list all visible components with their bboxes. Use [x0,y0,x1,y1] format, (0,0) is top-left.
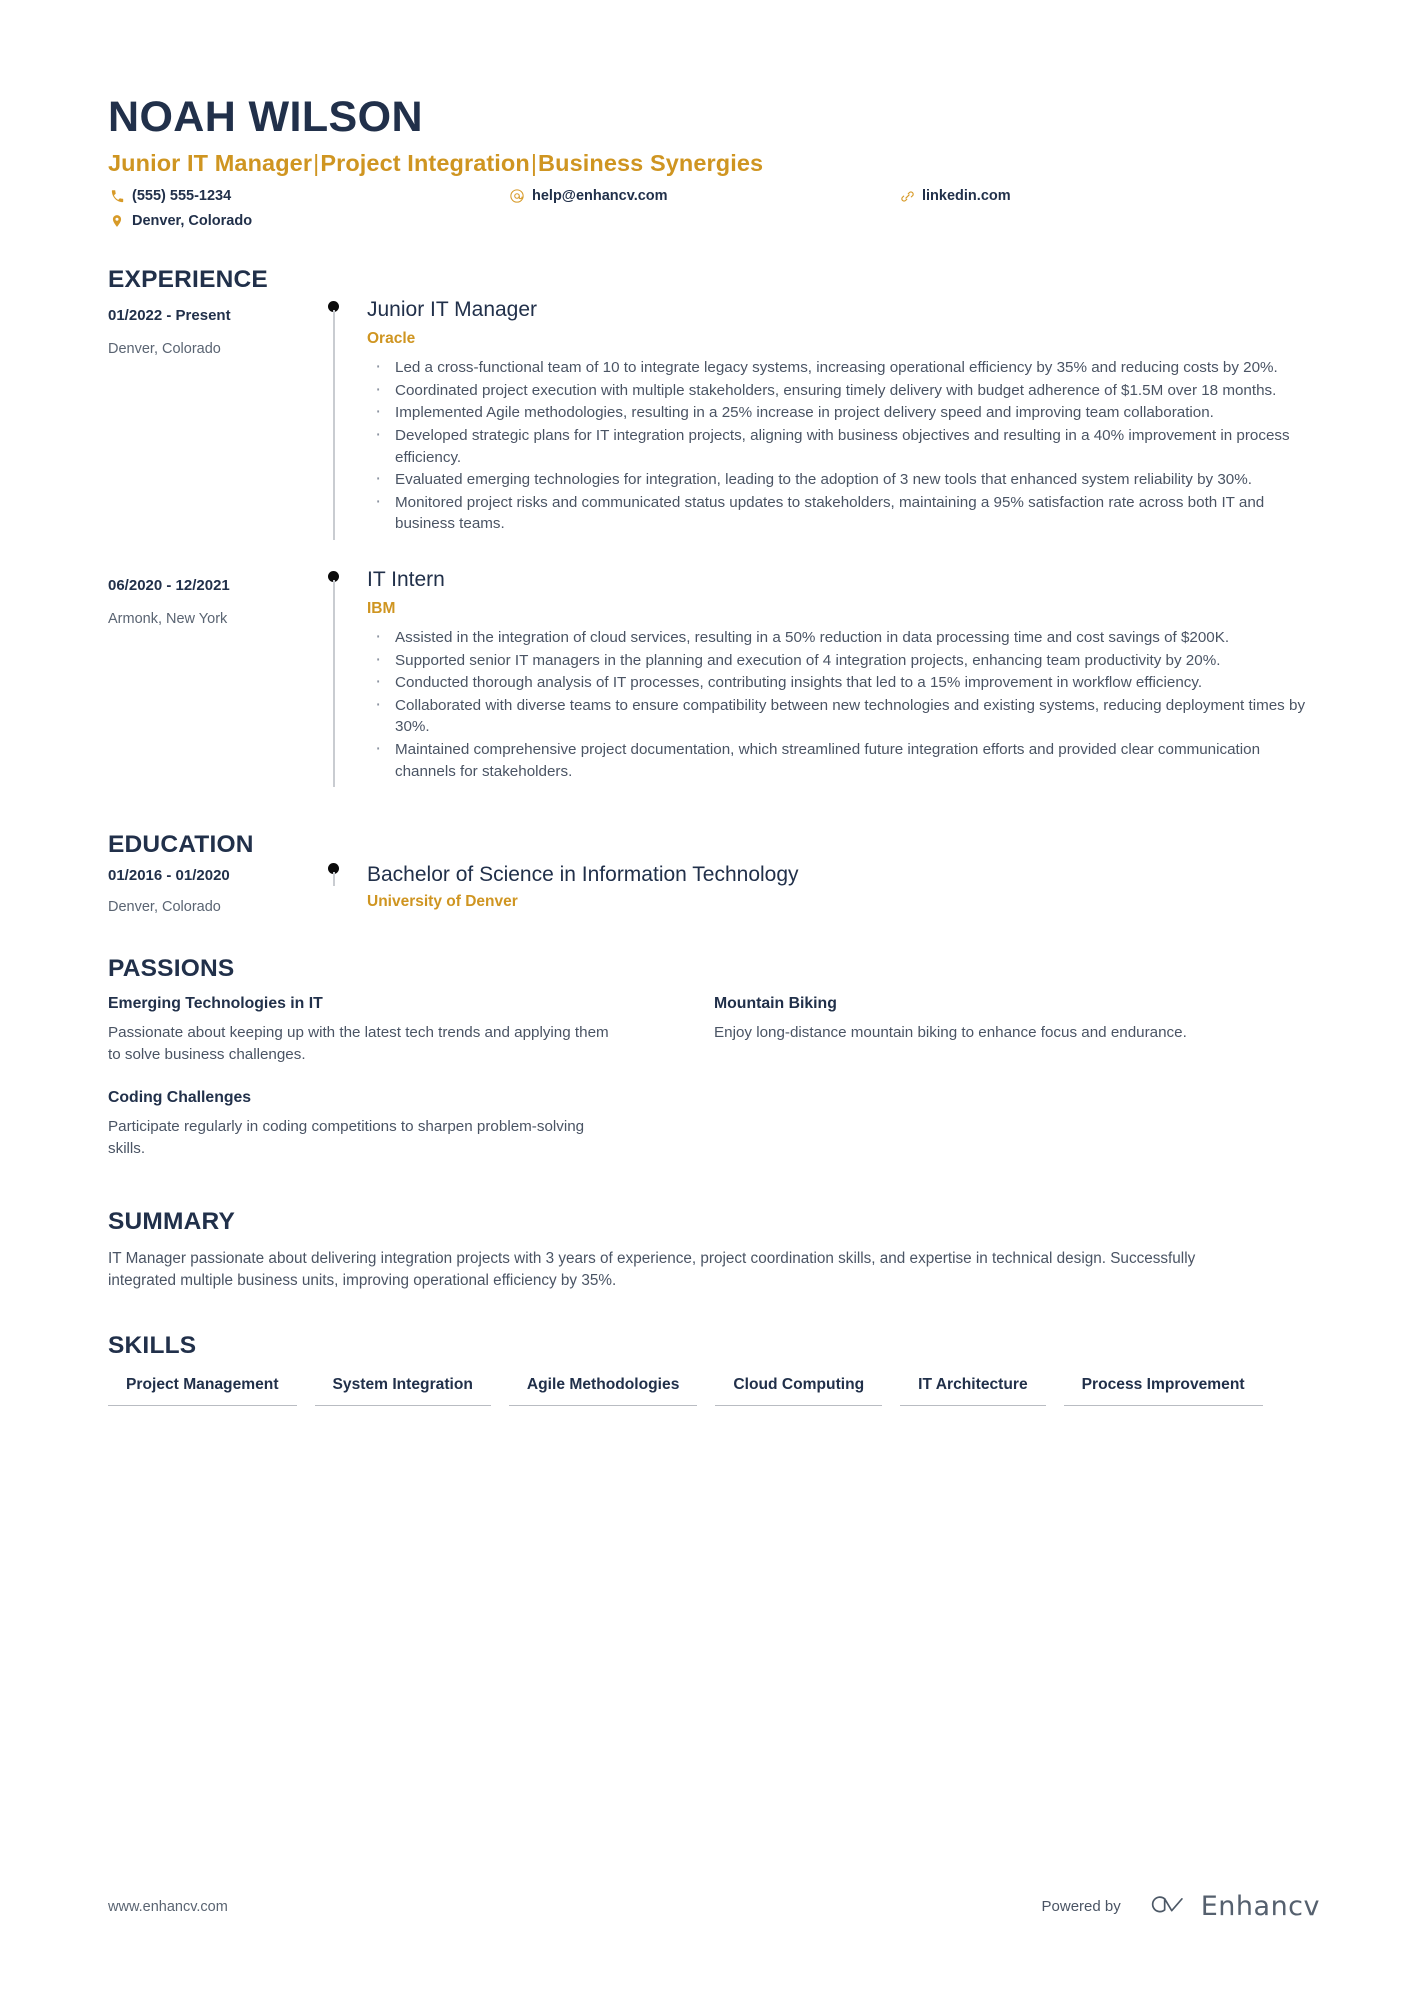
timeline-line [333,872,335,887]
experience-job-title: Junior IT Manager [367,298,538,322]
footer-branding: Powered by Enhancv [1042,1890,1320,1923]
skills-section-title: SKILLS [108,1331,197,1359]
experience-entry-date: 06/2020 - 12/2021 [108,576,230,594]
experience-entry-location: Denver, Colorado [108,341,221,358]
contact-email-text: help@enhancv.com [532,188,668,205]
experience-bullet-list: Assisted in the integration of cloud ser… [367,624,1320,782]
experience-entry: 01/2022 - Present Denver, Colorado Junio… [108,298,1320,540]
skill-tag: Agile Methodologies [508,1376,698,1406]
experience-section-title: EXPERIENCE [108,266,268,294]
headline-part-3: Business Synergies [538,150,764,177]
passion-description: Participate regularly in coding competit… [108,1118,585,1157]
contact-location: Denver, Colorado [108,213,252,229]
education-entry-meta: 01/2016 - 01/2020 Denver, Colorado [108,863,311,915]
experience-entry-body: IT Intern IBM Assisted in the integratio… [367,568,1320,787]
timeline-line [333,310,335,540]
skills-list: Project Management System Integration Ag… [108,1376,1320,1426]
experience-entry-meta: 01/2022 - Present Denver, Colorado [108,298,311,357]
passion-description: Enjoy long-distance mountain biking to e… [714,1024,1187,1042]
candidate-name: NOAH WILSON [108,93,423,141]
education-school: University of Denver [367,893,518,911]
education-entry-location: Denver, Colorado [108,899,221,916]
contact-phone-text: (555) 555-1234 [132,188,232,205]
passions-grid: Emerging Technologies in IT Passionate a… [108,995,1320,1183]
contact-linkedin[interactable]: linkedin.com [898,188,1011,204]
experience-bullet: Implemented Agile methodologies, resulti… [367,399,1320,425]
education-entry: 01/2016 - 01/2020 Denver, Colorado Bache… [108,863,1320,915]
timeline-rail [311,863,367,915]
contact-info: (555) 555-1234 help@enhancv.com linkedin… [108,188,1320,236]
experience-bullet: Coordinated project execution with multi… [367,377,1320,403]
location-pin-icon [108,213,126,229]
resume-page: NOAH WILSON Junior IT Manager |Project In… [0,0,1410,1995]
skill-tag: Process Improvement [1063,1376,1263,1406]
skills-section: SKILLS Project Management System Integra… [108,1332,1320,1426]
enhancv-brand: Enhancv [1143,1890,1320,1923]
passions-section: PASSIONS Emerging Technologies in IT Pas… [108,955,1320,1183]
skill-tag: System Integration [314,1376,491,1406]
email-icon [508,188,526,204]
experience-bullet: Maintained comprehensive project documen… [367,736,1320,782]
experience-bullet: Conducted thorough analysis of IT proces… [367,669,1320,695]
passion-title: Emerging Technologies in IT [108,995,323,1013]
skill-tag: Project Management [108,1376,297,1406]
education-entry-date: 01/2016 - 01/2020 [108,867,230,885]
contact-linkedin-text: linkedin.com [922,188,1011,205]
experience-bullet: Monitored project risks and communicated… [367,489,1320,535]
resume-content: NOAH WILSON Junior IT Manager |Project In… [108,0,1320,1426]
skill-tag: Cloud Computing [715,1376,883,1406]
candidate-headline: Junior IT Manager|Project Integration|Bu… [108,150,1320,177]
experience-entry-meta: 06/2020 - 12/2021 Armonk, New York [108,568,311,627]
experience-job-title: IT Intern [367,567,445,591]
experience-entry-body: Junior IT Manager Oracle Led a cross-fun… [367,298,1320,540]
summary-section-title: SUMMARY [108,1207,236,1235]
experience-entry: 06/2020 - 12/2021 Armonk, New York IT In… [108,568,1320,788]
education-degree: Bachelor of Science in Information Techn… [367,863,799,887]
education-section: EDUCATION 01/2016 - 01/2020 Denver, Colo… [108,831,1320,915]
experience-bullet-list: Led a cross-functional team of 10 to int… [367,354,1320,535]
experience-bullet: Supported senior IT managers in the plan… [367,647,1320,673]
passions-section-title: PASSIONS [108,955,235,983]
passion-item: Mountain Biking Enjoy long-distance moun… [714,995,1320,1065]
education-entry-body: Bachelor of Science in Information Techn… [367,863,1320,915]
timeline-rail [311,298,367,540]
timeline-line [333,579,335,788]
contact-location-text: Denver, Colorado [132,213,253,230]
timeline-rail [311,568,367,788]
enhancv-logo-icon [1143,1890,1189,1923]
experience-entry-date: 01/2022 - Present [108,307,231,325]
education-section-title: EDUCATION [108,831,254,859]
experience-company: Oracle [367,330,416,348]
contact-phone[interactable]: (555) 555-1234 [108,188,231,204]
summary-section: SUMMARY IT Manager passionate about deli… [108,1208,1320,1292]
powered-by-label: Powered by [1041,1898,1121,1915]
experience-bullet: Assisted in the integration of cloud ser… [367,624,1320,650]
passion-item: Emerging Technologies in IT Passionate a… [108,995,714,1065]
footer-website-url[interactable]: www.enhancv.com [108,1899,228,1915]
experience-company: IBM [367,600,396,618]
experience-bullet: Developed strategic plans for IT integra… [367,422,1320,468]
experience-entry-location: Armonk, New York [108,610,228,627]
skill-tag: IT Architecture [900,1376,1046,1406]
headline-separator-2: | [530,150,538,177]
experience-section: EXPERIENCE 01/2022 - Present Denver, Col… [108,266,1320,788]
link-icon [898,188,916,204]
summary-text: IT Manager passionate about delivering i… [108,1249,1196,1289]
headline-part-2: Project Integration [320,150,530,177]
passion-title: Mountain Biking [714,995,837,1013]
page-footer: www.enhancv.com Powered by Enhancv [108,1890,1320,1923]
experience-bullet: Led a cross-functional team of 10 to int… [367,354,1320,380]
passion-title: Coding Challenges [108,1089,252,1107]
phone-icon [108,188,126,204]
contact-email[interactable]: help@enhancv.com [508,188,668,204]
resume-header: NOAH WILSON Junior IT Manager |Project In… [108,93,1320,236]
passion-description: Passionate about keeping up with the lat… [108,1024,609,1063]
passion-item: Coding Challenges Participate regularly … [108,1089,714,1159]
headline-part-1: Junior IT Manager [108,150,313,177]
experience-bullet: Collaborated with diverse teams to ensur… [367,692,1320,738]
experience-bullet: Evaluated emerging technologies for inte… [367,466,1320,492]
enhancv-brand-name: Enhancv [1200,1891,1320,1922]
